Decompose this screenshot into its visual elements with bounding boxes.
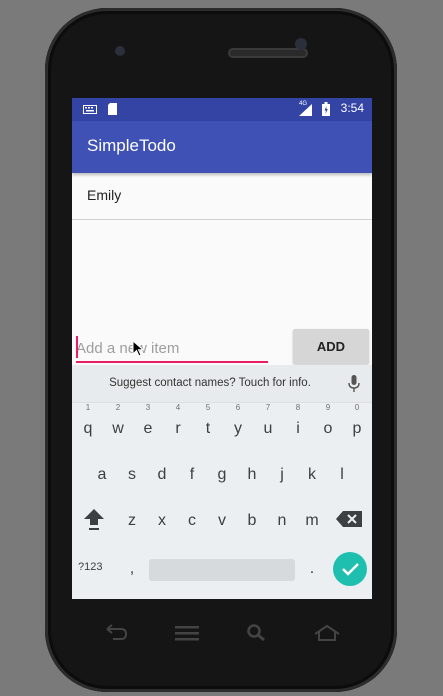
key-o[interactable]: 9o — [314, 403, 342, 445]
sd-card-icon — [108, 103, 117, 115]
space-bar[interactable] — [149, 559, 295, 581]
text-caret — [76, 336, 78, 358]
key-r[interactable]: 4r — [164, 403, 192, 445]
device-screen: 4G 3:54 SimpleTodo Emily ADD Suggest con… — [72, 98, 372, 599]
add-button[interactable]: ADD — [293, 329, 369, 364]
key-hint: 5 — [205, 403, 211, 412]
status-bar: 4G 3:54 — [72, 98, 372, 121]
earpiece-speaker — [228, 48, 308, 58]
key-m[interactable]: m — [298, 505, 326, 537]
key-hint: 3 — [145, 403, 151, 412]
shift-icon — [84, 509, 104, 530]
key-u[interactable]: 7u — [254, 403, 282, 445]
key-hint: 0 — [354, 403, 360, 412]
key-t[interactable]: 5t — [194, 403, 222, 445]
key-y[interactable]: 6y — [224, 403, 252, 445]
microphone-icon[interactable] — [348, 375, 360, 393]
todo-item-text: Emily — [87, 187, 122, 203]
key-b[interactable]: b — [238, 505, 266, 537]
key-hint: 9 — [325, 403, 331, 412]
key-label: o — [323, 420, 333, 437]
signal-icon — [299, 104, 312, 116]
symbols-key[interactable]: ?123 — [78, 561, 102, 573]
key-s[interactable]: s — [118, 459, 146, 491]
key-c[interactable]: c — [178, 505, 206, 537]
key-x[interactable]: x — [148, 505, 176, 537]
key-label: q — [83, 420, 93, 437]
battery-icon — [322, 102, 330, 116]
enter-key[interactable] — [333, 552, 367, 586]
key-label: w — [112, 420, 124, 437]
key-e[interactable]: 3e — [134, 403, 162, 445]
search-icon[interactable] — [246, 624, 266, 642]
front-sensor — [115, 46, 125, 56]
key-hint: 2 — [115, 403, 121, 412]
key-label: y — [234, 420, 242, 437]
shift-key[interactable] — [80, 505, 108, 537]
key-hint: 1 — [85, 403, 91, 412]
key-p[interactable]: 0p — [343, 403, 371, 445]
key-g[interactable]: g — [208, 459, 236, 491]
key-v[interactable]: v — [208, 505, 236, 537]
comma-key[interactable]: , — [118, 553, 146, 585]
checkmark-icon — [342, 563, 359, 576]
key-q[interactable]: 1q — [74, 403, 102, 445]
key-label: e — [143, 420, 153, 437]
todo-list-item[interactable]: Emily — [72, 175, 372, 220]
backspace-key[interactable] — [336, 511, 364, 531]
key-label: t — [205, 420, 211, 437]
key-label: u — [263, 420, 273, 437]
key-h[interactable]: h — [238, 459, 266, 491]
new-item-input[interactable] — [76, 335, 268, 363]
key-n[interactable]: n — [268, 505, 296, 537]
key-hint: 4 — [175, 403, 181, 412]
menu-icon[interactable] — [174, 624, 200, 642]
home-icon[interactable] — [313, 624, 341, 642]
back-icon[interactable] — [105, 624, 129, 642]
soft-keyboard: Suggest contact names? Touch for info. 1… — [72, 365, 372, 599]
key-f[interactable]: f — [178, 459, 206, 491]
key-a[interactable]: a — [88, 459, 116, 491]
app-bar: SimpleTodo — [72, 121, 372, 173]
key-i[interactable]: 8i — [284, 403, 312, 445]
key-hint: 6 — [235, 403, 241, 412]
key-d[interactable]: d — [148, 459, 176, 491]
key-label: p — [352, 420, 362, 437]
key-z[interactable]: z — [118, 505, 146, 537]
suggestion-text[interactable]: Suggest contact names? Touch for info. — [72, 377, 348, 389]
front-camera — [295, 38, 307, 50]
backspace-icon — [336, 511, 362, 527]
key-label: r — [175, 420, 181, 437]
key-hint: 7 — [265, 403, 271, 412]
key-j[interactable]: j — [268, 459, 296, 491]
key-label: i — [296, 420, 300, 437]
app-title: SimpleTodo — [87, 136, 176, 155]
mouse-pointer-icon — [132, 340, 144, 357]
key-k[interactable]: k — [298, 459, 326, 491]
keyboard-status-icon — [83, 105, 97, 114]
suggestion-strip[interactable]: Suggest contact names? Touch for info. — [72, 365, 372, 403]
status-time: 3:54 — [340, 101, 364, 115]
key-hint: 8 — [295, 403, 301, 412]
key-l[interactable]: l — [328, 459, 356, 491]
period-key[interactable]: . — [298, 553, 326, 585]
key-w[interactable]: 2w — [104, 403, 132, 445]
